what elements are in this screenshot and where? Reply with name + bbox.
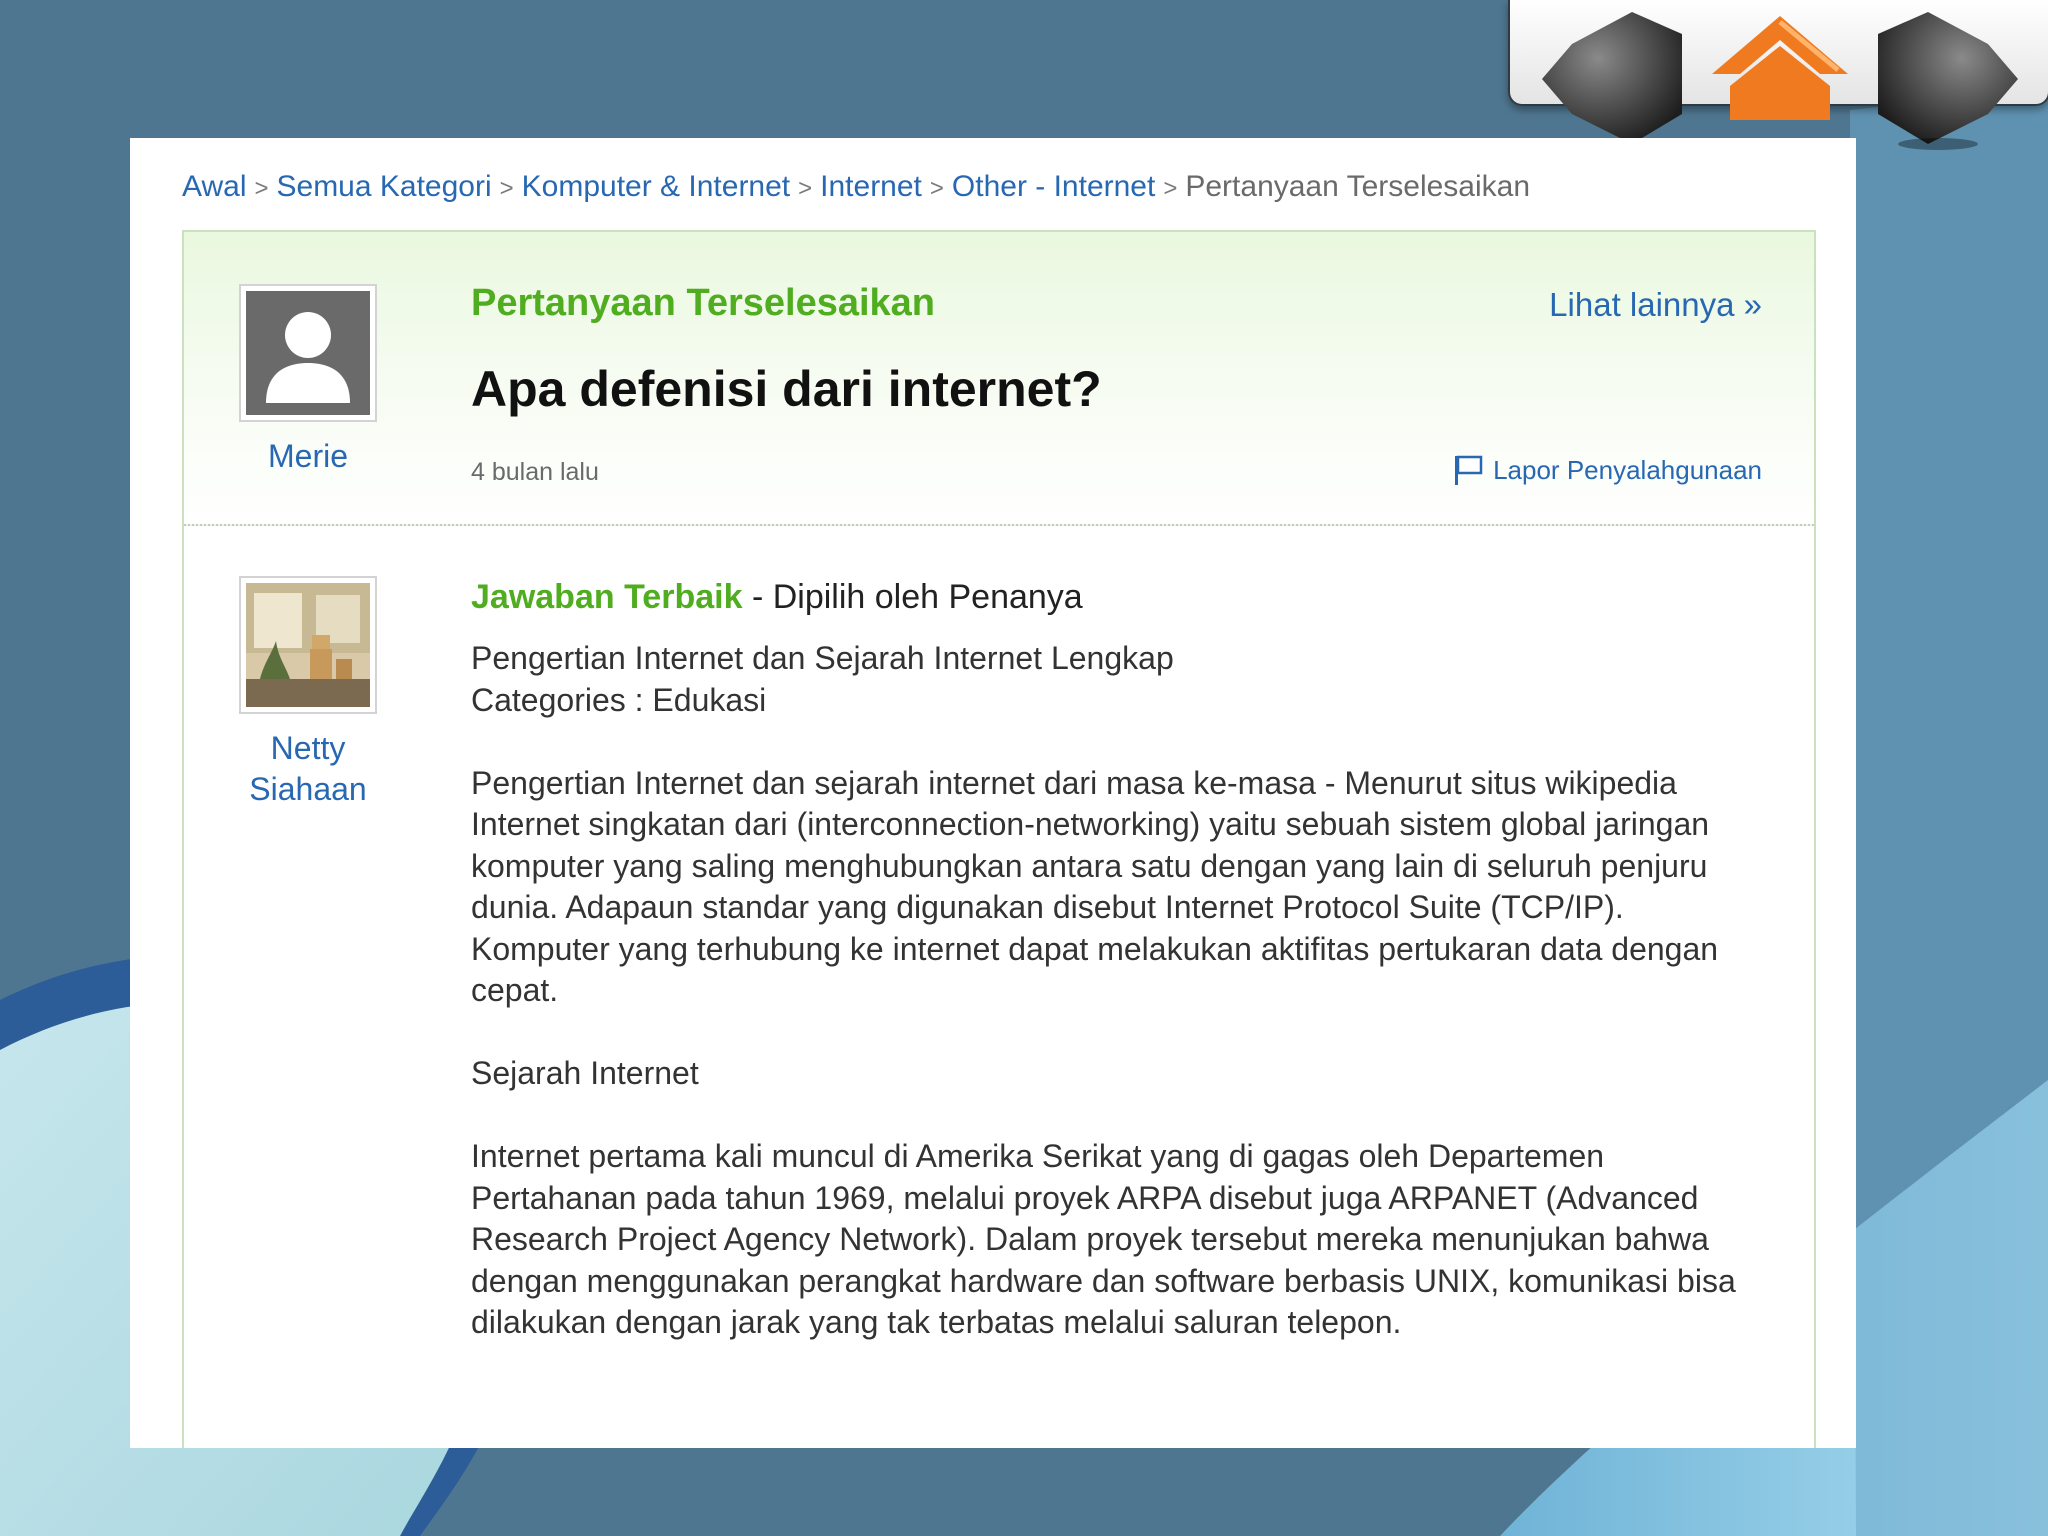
photo-thumbnail [246, 583, 370, 707]
answerer-last-name: Siahaan [249, 771, 367, 807]
asker-name[interactable]: Merie [208, 436, 408, 477]
breadcrumb-current: Pertanyaan Terselesaikan [1185, 170, 1531, 203]
answer-line-title: Pengertian Internet dan Sejarah Internet… [471, 640, 1174, 676]
report-abuse-label: Lapor Penyalahgunaan [1493, 454, 1762, 485]
see-more-link[interactable]: Lihat lainnya » [1549, 286, 1762, 324]
question-status: Pertanyaan Terselesaikan [471, 282, 936, 324]
answer-paragraph-2: Internet pertama kali muncul di Amerika … [471, 1138, 1736, 1340]
breadcrumb-separator: > [254, 175, 269, 202]
chosen-by-asker: - Dipilih oleh Penanya [742, 578, 1083, 616]
breadcrumb-separator: > [798, 175, 813, 202]
previous-slide-button[interactable] [1532, 4, 1692, 154]
breadcrumb-internet[interactable]: Internet [820, 170, 922, 203]
question-title: Apa defenisi dari internet? [471, 361, 1102, 417]
breadcrumb-separator: > [499, 175, 514, 202]
next-arrow-icon [1878, 12, 2018, 150]
breadcrumb-computer-internet[interactable]: Komputer & Internet [522, 170, 790, 203]
question-timestamp: 4 bulan lalu [471, 458, 599, 486]
breadcrumb-home[interactable]: Awal [182, 170, 246, 203]
asker-avatar[interactable] [239, 284, 377, 422]
report-abuse-link[interactable]: Lapor Penyalahgunaan [1453, 454, 1762, 486]
default-user-icon [266, 312, 350, 403]
previous-arrow-icon [1542, 12, 1682, 150]
home-button[interactable] [1700, 4, 1860, 154]
answerer-name[interactable]: Netty Siahaan [208, 728, 408, 810]
home-icon [1712, 16, 1848, 120]
breadcrumb-all-categories[interactable]: Semua Kategori [277, 170, 492, 203]
breadcrumb: Awal > Semua Kategori > Komputer & Internet >… [182, 170, 1530, 204]
question-section: Merie Pertanyaan Terselesaikan Lihat lai… [184, 232, 1814, 526]
flag-icon [1455, 455, 1483, 485]
answerer-avatar[interactable] [239, 576, 377, 714]
answer-heading: Sejarah Internet [471, 1055, 699, 1091]
breadcrumb-other-internet[interactable]: Other - Internet [952, 170, 1155, 203]
breadcrumb-separator: > [929, 175, 944, 202]
next-slide-button[interactable] [1868, 4, 2028, 154]
answer-body: Pengertian Internet dan Sejarah Internet… [471, 638, 1771, 1344]
answerer-photo [246, 583, 370, 707]
best-answer-label: Jawaban Terbaik - Dipilih oleh Penanya [471, 578, 1083, 617]
answerer-first-name: Netty [270, 730, 346, 766]
question-answer-box: Merie Pertanyaan Terselesaikan Lihat lai… [182, 230, 1816, 1448]
breadcrumb-separator: > [1163, 175, 1178, 202]
answer-line-categories: Categories : Edukasi [471, 681, 767, 718]
answers-page-screenshot: Awal > Semua Kategori > Komputer & Internet >… [130, 138, 1856, 1448]
best-answer-title: Jawaban Terbaik [471, 578, 743, 616]
answer-paragraph-1: Pengertian Internet dan sejarah internet… [471, 764, 1719, 1009]
